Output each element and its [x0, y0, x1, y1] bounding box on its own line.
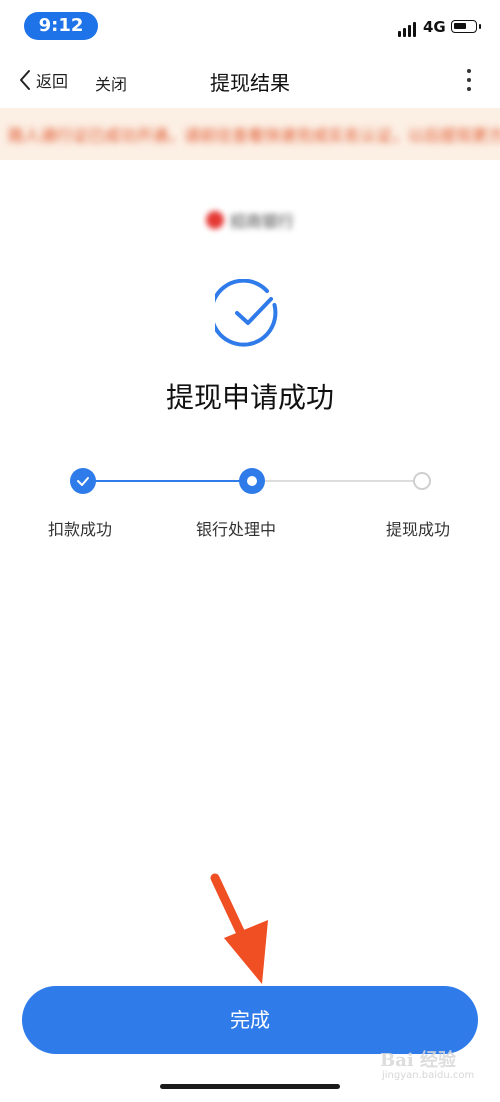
step-1-check-icon — [70, 468, 96, 494]
baidu-watermark: Bai 经验 jingyan.baidu.com — [380, 1046, 496, 1086]
bank-logo-icon — [205, 211, 224, 229]
done-button[interactable]: 完成 — [22, 986, 478, 1054]
bank-name: 招商银行 — [229, 212, 294, 231]
status-bar: 9:12 4G — [0, 0, 500, 52]
step-2-current-dot — [239, 468, 265, 494]
bank-info: 招商银行 — [0, 204, 500, 236]
step-3-pending-dot — [413, 472, 431, 490]
more-options-icon[interactable] — [462, 69, 476, 93]
result-title: 提现申请成功 — [165, 381, 334, 414]
progress-steps: 扣款成功 银行处理中 提现成功 — [0, 460, 500, 540]
signal-icon — [398, 21, 418, 37]
page-title: 提现结果 — [210, 71, 290, 95]
status-time: 9:12 — [24, 12, 98, 40]
progress-line-pending — [251, 480, 422, 482]
notice-banner[interactable]: 路人通行证已成功开通，请前往查看快速完成实名认证，以后提现更方便快捷 — [0, 108, 500, 160]
network-label: 4G — [423, 18, 446, 36]
progress-line-done — [83, 480, 251, 482]
nav-bar: 返回 关闭 提现结果 — [0, 52, 500, 108]
step-2-label: 银行处理中 — [196, 520, 277, 539]
step-1-label: 扣款成功 — [48, 520, 113, 539]
home-indicator[interactable] — [160, 1084, 340, 1089]
watermark-main: Bai 经验 — [380, 1050, 456, 1071]
battery-icon — [451, 20, 481, 33]
check-circle-icon — [215, 279, 278, 347]
notice-text: 路人通行证已成功开通，请前往查看快速完成实名认证，以后提现更方便快捷 — [8, 126, 500, 145]
watermark-sub: jingyan.baidu.com — [382, 1070, 475, 1081]
annotation-arrow-icon — [210, 873, 268, 984]
step-3-label: 提现成功 — [386, 520, 451, 539]
